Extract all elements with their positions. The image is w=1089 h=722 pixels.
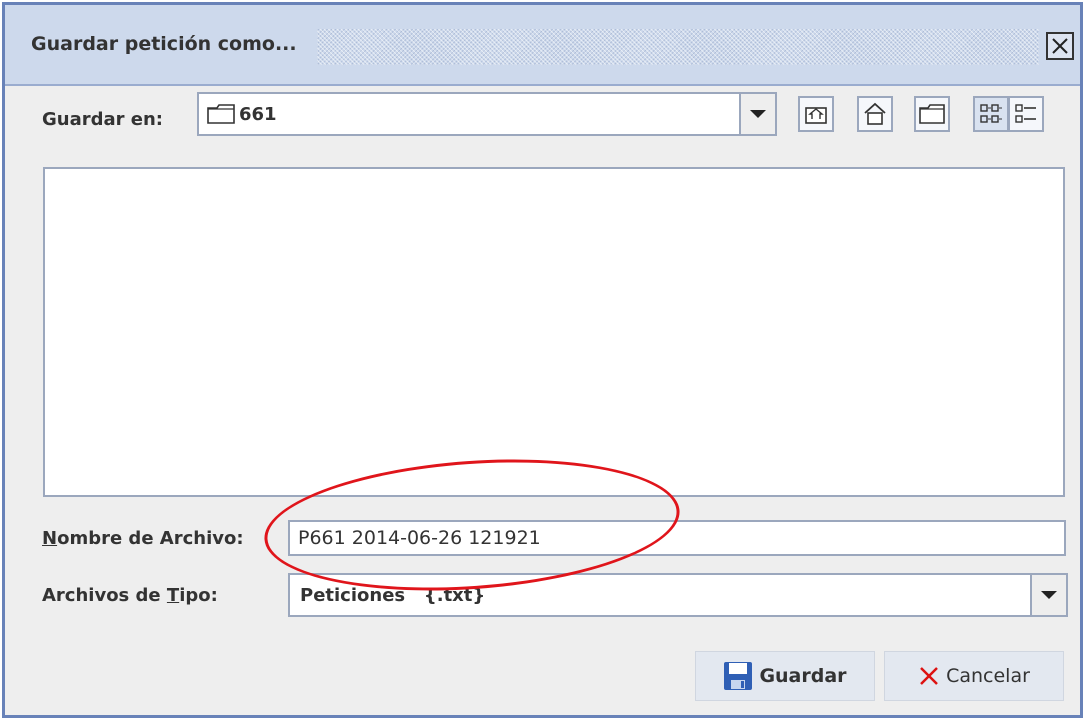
up-folder-button[interactable]	[798, 96, 834, 132]
folder-icon	[207, 104, 235, 124]
file-name-label: Nombre de Archivo:	[42, 528, 244, 549]
details-view-button[interactable]	[1008, 96, 1044, 132]
list-view-button[interactable]	[973, 96, 1009, 132]
up-folder-icon	[805, 107, 827, 124]
close-icon	[1052, 38, 1068, 54]
new-folder-button[interactable]	[914, 96, 950, 132]
file-name-mnemonic: N	[42, 528, 58, 549]
file-type-label-rest: ipo:	[179, 585, 218, 606]
file-type-mnemonic: T	[166, 585, 180, 606]
home-icon	[864, 102, 886, 125]
close-button[interactable]	[1046, 32, 1074, 60]
save-in-combobox[interactable]: 661	[197, 92, 777, 136]
save-button-label: Guardar	[759, 665, 847, 687]
dialog-title: Guardar petición como...	[31, 33, 297, 55]
save-in-value: 661	[239, 103, 277, 125]
file-type-label: Archivos de Tipo:	[42, 585, 218, 606]
home-button[interactable]	[857, 96, 893, 132]
file-list[interactable]	[43, 167, 1065, 497]
x-icon	[920, 667, 938, 685]
file-name-input[interactable]: P661 2014-06-26 121921	[288, 520, 1066, 556]
save-in-label: Guardar en:	[42, 109, 164, 130]
cancel-button-label: Cancelar	[946, 665, 1030, 687]
file-type-dropdown-arrow[interactable]	[1030, 575, 1066, 615]
save-in-dropdown-arrow[interactable]	[739, 94, 775, 134]
chevron-down-icon	[750, 110, 766, 118]
floppy-disk-icon	[724, 662, 753, 690]
save-dialog: Guardar petición como... Guardar en: 661	[2, 2, 1083, 718]
title-bar-grip	[317, 29, 1039, 65]
file-name-label-text: ombre de Archivo:	[57, 528, 244, 549]
file-type-label-prefix: Archivos de	[42, 585, 167, 606]
chevron-down-icon	[1041, 591, 1057, 599]
details-view-icon	[1015, 104, 1036, 123]
file-type-value: Peticiones {.txt}	[300, 584, 486, 606]
file-type-combobox[interactable]: Peticiones {.txt}	[288, 573, 1068, 617]
cancel-button[interactable]: Cancelar	[884, 651, 1064, 701]
new-folder-icon	[919, 104, 945, 124]
list-view-icon	[980, 104, 1002, 123]
save-button[interactable]: Guardar	[695, 651, 875, 701]
title-bar[interactable]: Guardar petición como...	[5, 5, 1080, 86]
